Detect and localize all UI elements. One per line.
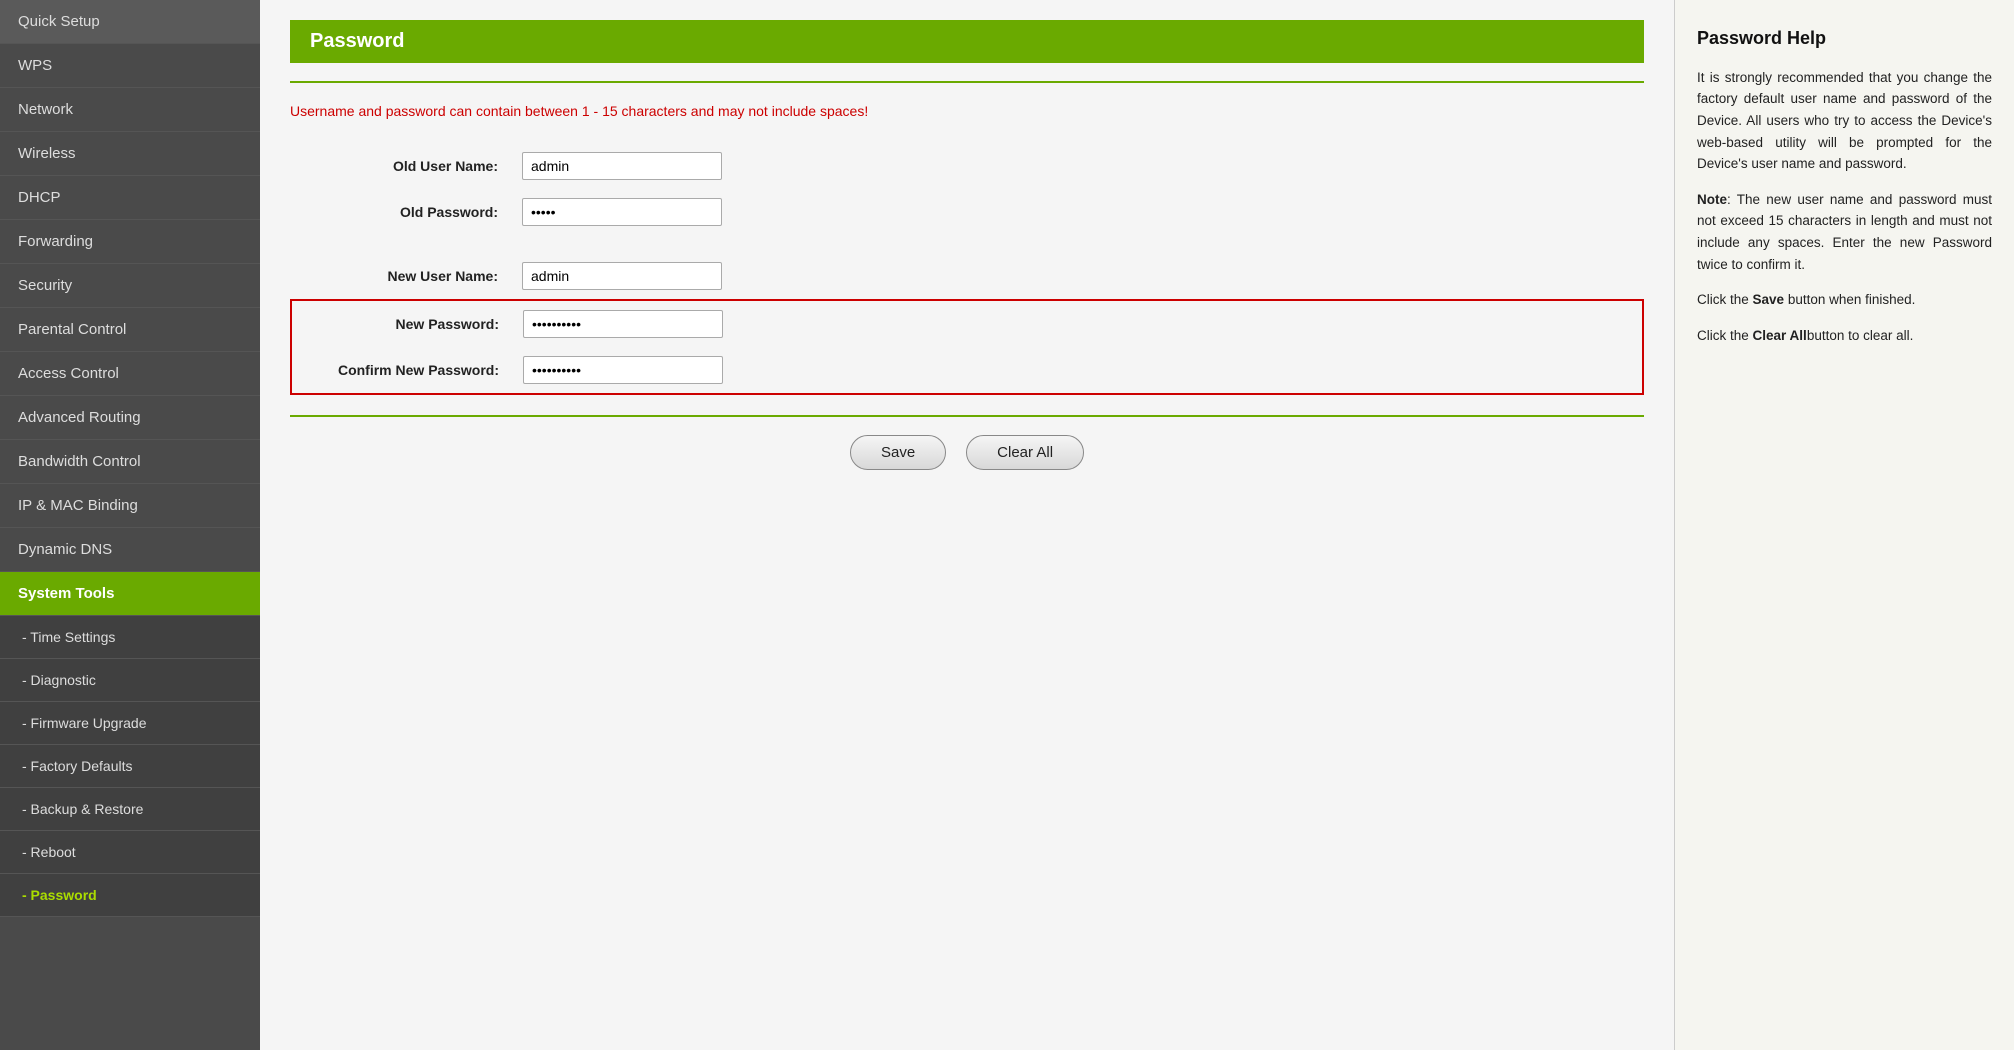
confirm-password-inner-row: Confirm New Password: [291, 347, 1643, 394]
old-password-label: Old Password: [290, 189, 510, 235]
main-content: Password Username and password can conta… [260, 0, 2014, 1050]
sidebar-item-time-settings[interactable]: - Time Settings [0, 616, 260, 659]
help-save-pre: Click the [1697, 292, 1753, 307]
top-divider [290, 81, 1644, 83]
old-password-field [510, 189, 1644, 235]
sidebar-item-advanced-routing[interactable]: Advanced Routing [0, 396, 260, 440]
new-password-inner-row: New Password: [291, 300, 1643, 347]
confirm-password-input[interactable] [523, 356, 723, 384]
page-title: Password [290, 20, 1644, 63]
help-save-post: button when finished. [1784, 292, 1915, 307]
old-username-field [510, 143, 1644, 189]
sidebar: Quick Setup WPS Network Wireless DHCP Fo… [0, 0, 260, 1050]
help-save-label: Save [1753, 292, 1785, 307]
help-note: Note: The new user name and password mus… [1697, 189, 1992, 275]
old-password-row: Old Password: [290, 189, 1644, 235]
help-panel: Password Help It is strongly recommended… [1674, 0, 2014, 1050]
sidebar-item-backup-restore[interactable]: - Backup & Restore [0, 788, 260, 831]
new-password-label: New Password: [291, 300, 511, 347]
old-username-label: Old User Name: [290, 143, 510, 189]
sidebar-item-forwarding[interactable]: Forwarding [0, 220, 260, 264]
help-note-text: : The new user name and password must no… [1697, 192, 1992, 272]
help-para1: It is strongly recommended that you chan… [1697, 67, 1992, 175]
new-username-input[interactable] [522, 262, 722, 290]
help-clear-post: button to clear all. [1807, 328, 1914, 343]
sidebar-item-system-tools[interactable]: System Tools [0, 572, 260, 616]
sidebar-item-dhcp[interactable]: DHCP [0, 176, 260, 220]
sidebar-item-bandwidth-control[interactable]: Bandwidth Control [0, 440, 260, 484]
help-save-instruction: Click the Save button when finished. [1697, 289, 1992, 311]
sidebar-item-firmware-upgrade[interactable]: - Firmware Upgrade [0, 702, 260, 745]
sidebar-item-ip-mac-binding[interactable]: IP & MAC Binding [0, 484, 260, 528]
sidebar-item-password[interactable]: - Password [0, 874, 260, 917]
confirm-password-field [511, 347, 1643, 394]
center-panel: Password Username and password can conta… [260, 0, 1674, 1050]
sidebar-item-diagnostic[interactable]: - Diagnostic [0, 659, 260, 702]
save-button[interactable]: Save [850, 435, 946, 470]
button-row: Save Clear All [290, 435, 1644, 470]
sidebar-item-factory-defaults[interactable]: - Factory Defaults [0, 745, 260, 788]
help-clear-pre: Click the [1697, 328, 1753, 343]
sidebar-item-wps[interactable]: WPS [0, 44, 260, 88]
sidebar-item-dynamic-dns[interactable]: Dynamic DNS [0, 528, 260, 572]
spacer-row [290, 235, 1644, 253]
new-password-field [511, 300, 1643, 347]
sidebar-item-access-control[interactable]: Access Control [0, 352, 260, 396]
old-username-input[interactable] [522, 152, 722, 180]
help-clear-label: Clear All [1753, 328, 1807, 343]
sidebar-item-network[interactable]: Network [0, 88, 260, 132]
confirm-password-label: Confirm New Password: [291, 347, 511, 394]
sidebar-item-quick-setup[interactable]: Quick Setup [0, 0, 260, 44]
sidebar-item-security[interactable]: Security [0, 264, 260, 308]
new-username-row: New User Name: [290, 253, 1644, 299]
warning-text: Username and password can contain betwee… [290, 103, 1644, 119]
sidebar-item-wireless[interactable]: Wireless [0, 132, 260, 176]
help-title: Password Help [1697, 24, 1992, 53]
password-group: New Password: Confirm New Password: [290, 299, 1644, 395]
old-username-row: Old User Name: [290, 143, 1644, 189]
sidebar-item-parental-control[interactable]: Parental Control [0, 308, 260, 352]
new-username-label: New User Name: [290, 253, 510, 299]
bottom-divider [290, 415, 1644, 417]
sidebar-item-reboot[interactable]: - Reboot [0, 831, 260, 874]
old-password-input[interactable] [522, 198, 722, 226]
help-note-label: Note [1697, 192, 1727, 207]
clear-all-button[interactable]: Clear All [966, 435, 1084, 470]
new-password-input[interactable] [523, 310, 723, 338]
new-password-row: New Password: Confirm New Password: [290, 299, 1644, 395]
new-username-field [510, 253, 1644, 299]
help-clear-instruction: Click the Clear Allbutton to clear all. [1697, 325, 1992, 347]
password-form: Old User Name: Old Password: New User Na… [290, 143, 1644, 395]
